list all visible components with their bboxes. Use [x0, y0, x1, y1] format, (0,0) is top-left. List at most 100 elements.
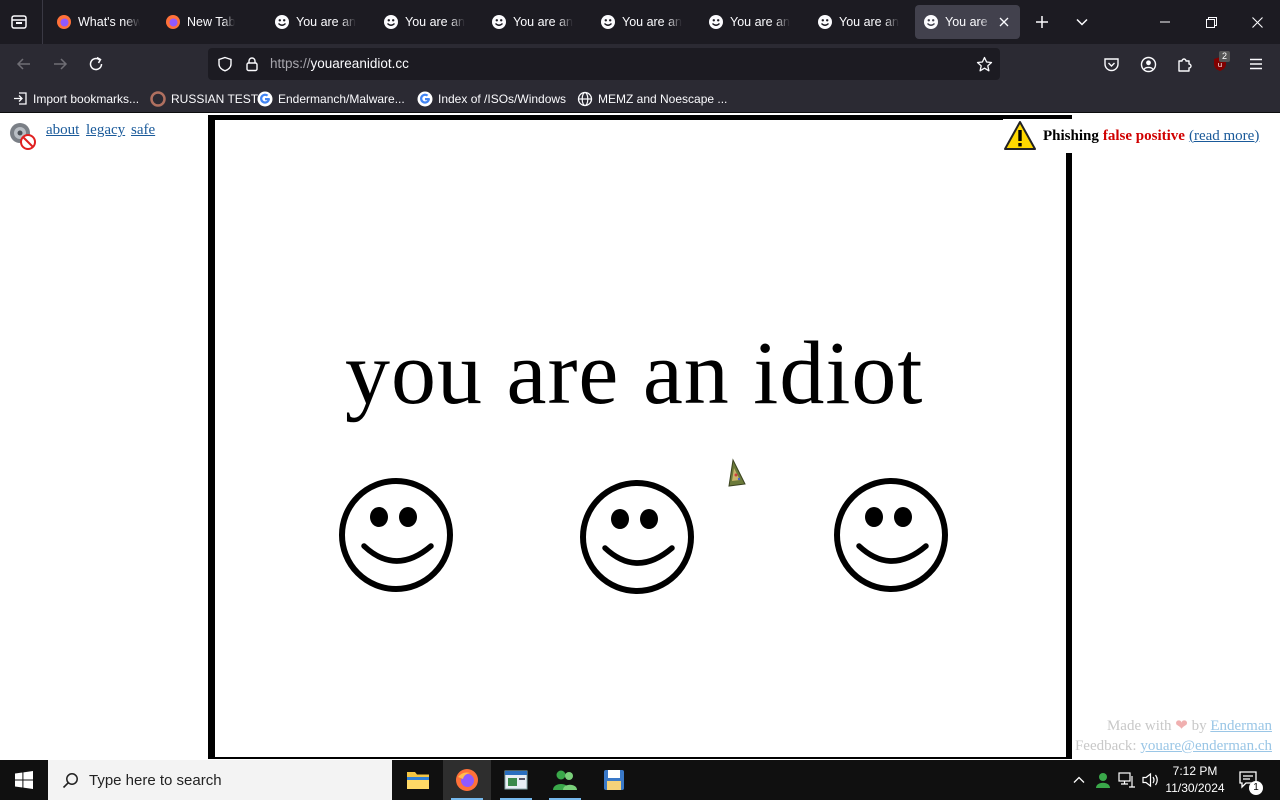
smiley-icon	[383, 14, 399, 30]
puzzle-icon	[1177, 57, 1192, 72]
footer-feedback: Feedback: youare@enderman.ch	[1075, 736, 1272, 756]
footer-made-with: Made with	[1106, 718, 1172, 734]
restore-button[interactable]	[1188, 0, 1234, 44]
headline: you are an idiot	[345, 324, 924, 423]
users-icon	[553, 770, 577, 790]
arrow-right-icon	[54, 58, 68, 70]
phishing-notice: Phishing false positive (read more)	[1003, 119, 1260, 153]
svg-text:u: u	[1218, 61, 1222, 69]
tab-separator	[42, 0, 43, 44]
bookmark-endermanch-malware[interactable]: Endermanch/Malware...	[257, 90, 405, 107]
minimize-button[interactable]	[1142, 0, 1188, 44]
minimize-icon	[1160, 21, 1170, 23]
start-button[interactable]	[0, 760, 48, 800]
network-button[interactable]	[1116, 760, 1138, 800]
author-link[interactable]: Enderman	[1210, 718, 1272, 734]
arrow-left-icon	[16, 58, 30, 70]
bookmark-label: MEMZ and Noescape ...	[598, 91, 728, 106]
search-placeholder: Type here to search	[89, 771, 222, 789]
back-button[interactable]	[9, 49, 39, 79]
forward-button[interactable]	[45, 49, 75, 79]
firefox-taskbar-button[interactable]	[443, 760, 491, 800]
clock-time: 7:12 PM	[1172, 764, 1218, 778]
globe-icon	[577, 91, 593, 107]
firefox-view-button[interactable]	[4, 7, 34, 37]
lock-icon	[246, 57, 258, 72]
speaker-icon	[1142, 772, 1158, 788]
notepad-app-button[interactable]	[590, 760, 638, 800]
tab-5[interactable]: You are an idiot	[592, 5, 692, 39]
bookmark-import[interactable]: Import bookmarks...	[12, 90, 139, 107]
tracking-protection-button[interactable]	[216, 55, 234, 73]
people-app-button[interactable]	[541, 760, 589, 800]
bookmark-label: RUSSIAN TEST	[171, 91, 259, 106]
firefox-icon	[56, 14, 72, 30]
tab-8-active[interactable]: You are an idiot	[915, 5, 1020, 39]
close-icon	[1251, 16, 1263, 28]
legacy-link[interactable]: legacy	[86, 122, 125, 139]
tab-label: You are an idiot	[622, 15, 682, 29]
firefox-icon	[165, 14, 181, 30]
animated-cursor-icon	[728, 458, 746, 487]
taskbar-search[interactable]: Type here to search	[48, 760, 392, 800]
app-menu-button[interactable]	[1241, 49, 1271, 79]
url-host: youareanidiot.cc	[310, 56, 409, 71]
tab-6[interactable]: You are an idiot	[700, 5, 800, 39]
url-bar[interactable]: https://youareanidiot.cc	[208, 48, 1000, 80]
tab-0[interactable]: What's new	[48, 5, 148, 39]
taskbar-clock[interactable]: 7:12 PM 11/30/2024	[1160, 763, 1230, 797]
reload-button[interactable]	[81, 49, 111, 79]
file-explorer-button[interactable]	[394, 760, 442, 800]
bookmark-index-isos-windows[interactable]: Index of /ISOs/Windows	[417, 90, 566, 107]
bookmark-star-button[interactable]	[975, 55, 993, 73]
safe-link[interactable]: safe	[131, 122, 155, 139]
tab-1[interactable]: New Tab	[157, 5, 257, 39]
firefox-icon	[456, 769, 478, 791]
site-info-button[interactable]	[243, 55, 261, 73]
app-window-button[interactable]	[492, 760, 540, 800]
show-hidden-icons-button[interactable]	[1070, 760, 1088, 800]
action-center-button[interactable]: 1	[1234, 760, 1264, 800]
url-text[interactable]: https://youareanidiot.cc	[270, 56, 409, 71]
idiot-popup-window[interactable]: you are an idiot	[208, 115, 1072, 759]
window-app-icon	[504, 770, 528, 790]
tab-2[interactable]: You are an idiot	[266, 5, 366, 39]
close-tab-button[interactable]	[996, 14, 1012, 30]
windows-logo-icon	[15, 771, 33, 789]
smiley-face-icon	[834, 478, 948, 592]
import-icon	[12, 91, 28, 107]
tab-4[interactable]: You are an idiot	[483, 5, 583, 39]
feedback-email-link[interactable]: youare@enderman.ch	[1140, 738, 1272, 754]
windows-taskbar: Type here to search 7:12 PM 11/30/2024 1	[0, 760, 1280, 800]
bookmark-memz-noescape[interactable]: MEMZ and Noescape ...	[577, 90, 727, 107]
close-window-button[interactable]	[1234, 0, 1280, 44]
account-button[interactable]	[1133, 49, 1163, 79]
bookmarks-toolbar: Import bookmarks... RUSSIAN TEST Enderma…	[0, 84, 1280, 113]
smiley-icon	[600, 14, 616, 30]
tab-7[interactable]: You are an idiot	[809, 5, 909, 39]
bookmark-russian-test[interactable]: RUSSIAN TEST	[150, 90, 258, 107]
tab-3[interactable]: You are an idiot	[375, 5, 475, 39]
pocket-button[interactable]	[1096, 49, 1126, 79]
smiley-icon	[491, 14, 507, 30]
ublock-origin-button[interactable]: u 2	[1205, 49, 1235, 79]
list-all-tabs-button[interactable]	[1067, 7, 1097, 37]
restore-icon	[1205, 16, 1217, 28]
chevron-down-icon	[1076, 18, 1088, 26]
smiley-icon	[923, 14, 939, 30]
bookmark-label: Index of /ISOs/Windows	[438, 91, 567, 106]
phishing-status: false positive	[1102, 127, 1185, 144]
tab-strip: What's new New Tab You are an idiot You …	[0, 0, 1280, 44]
tray-app-button[interactable]	[1092, 760, 1114, 800]
url-scheme: https://	[270, 56, 311, 71]
volume-button[interactable]	[1140, 760, 1162, 800]
navigation-toolbar: https://youareanidiot.cc u 2	[0, 44, 1280, 84]
extensions-button[interactable]	[1169, 49, 1199, 79]
read-more-link[interactable]: (read more)	[1189, 128, 1259, 145]
bookmark-favicon	[150, 90, 166, 107]
tab-label: New Tab	[187, 15, 236, 29]
new-tab-button[interactable]	[1027, 7, 1057, 37]
clock-date: 11/30/2024	[1165, 781, 1225, 795]
tab-label: You are an idiot	[513, 15, 573, 29]
about-link[interactable]: about	[46, 122, 79, 139]
